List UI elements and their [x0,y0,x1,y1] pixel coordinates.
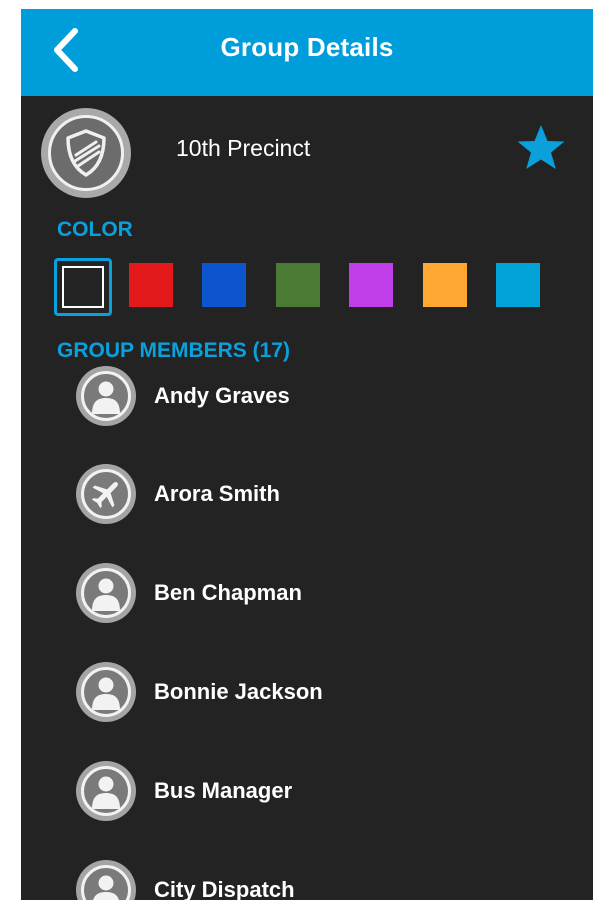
member-avatar [76,563,136,623]
color-swatch-green[interactable] [276,263,320,307]
member-avatar [76,761,136,821]
favorite-button[interactable] [515,123,567,173]
group-members-label: GROUP MEMBERS (17) [57,339,290,362]
color-swatch-blue[interactable] [202,263,246,307]
person-icon [92,381,120,414]
member-avatar [76,860,136,900]
app-header: Group Details [21,9,593,96]
member-name: Arora Smith [154,481,280,506]
member-name: Bonnie Jackson [154,679,323,704]
color-swatch-red[interactable] [129,263,173,307]
member-row[interactable]: Arora Smith [21,461,593,531]
airplane-icon [91,482,118,509]
group-name: 10th Precinct [176,135,311,161]
member-avatar [76,662,136,722]
color-swatch-black[interactable] [54,258,112,316]
person-icon [92,578,120,611]
person-icon [93,875,119,900]
member-row[interactable]: Ben Chapman [21,560,593,630]
group-details-screen: Group Details 10th Precinct COLOR GROUP … [21,9,593,900]
person-icon [92,776,120,809]
member-avatar [76,366,136,426]
member-name: Andy Graves [154,383,290,408]
page-title: Group Details [220,32,394,62]
color-swatch-cyan[interactable] [496,263,540,307]
color-swatch-purple[interactable] [349,263,393,307]
member-name: City Dispatch [154,877,295,900]
person-icon [92,677,120,710]
member-row[interactable]: City Dispatch [21,857,593,900]
color-section-label: COLOR [57,218,133,241]
member-name: Ben Chapman [154,580,302,605]
member-avatar [76,464,136,524]
group-avatar [41,108,131,198]
shield-icon [66,129,106,177]
star-icon [517,125,565,169]
color-picker [54,258,574,316]
member-row[interactable]: Bonnie Jackson [21,659,593,729]
member-row[interactable]: Andy Graves [21,363,593,433]
member-row[interactable]: Bus Manager [21,758,593,828]
member-name: Bus Manager [154,778,293,803]
color-swatch-orange[interactable] [423,263,467,307]
